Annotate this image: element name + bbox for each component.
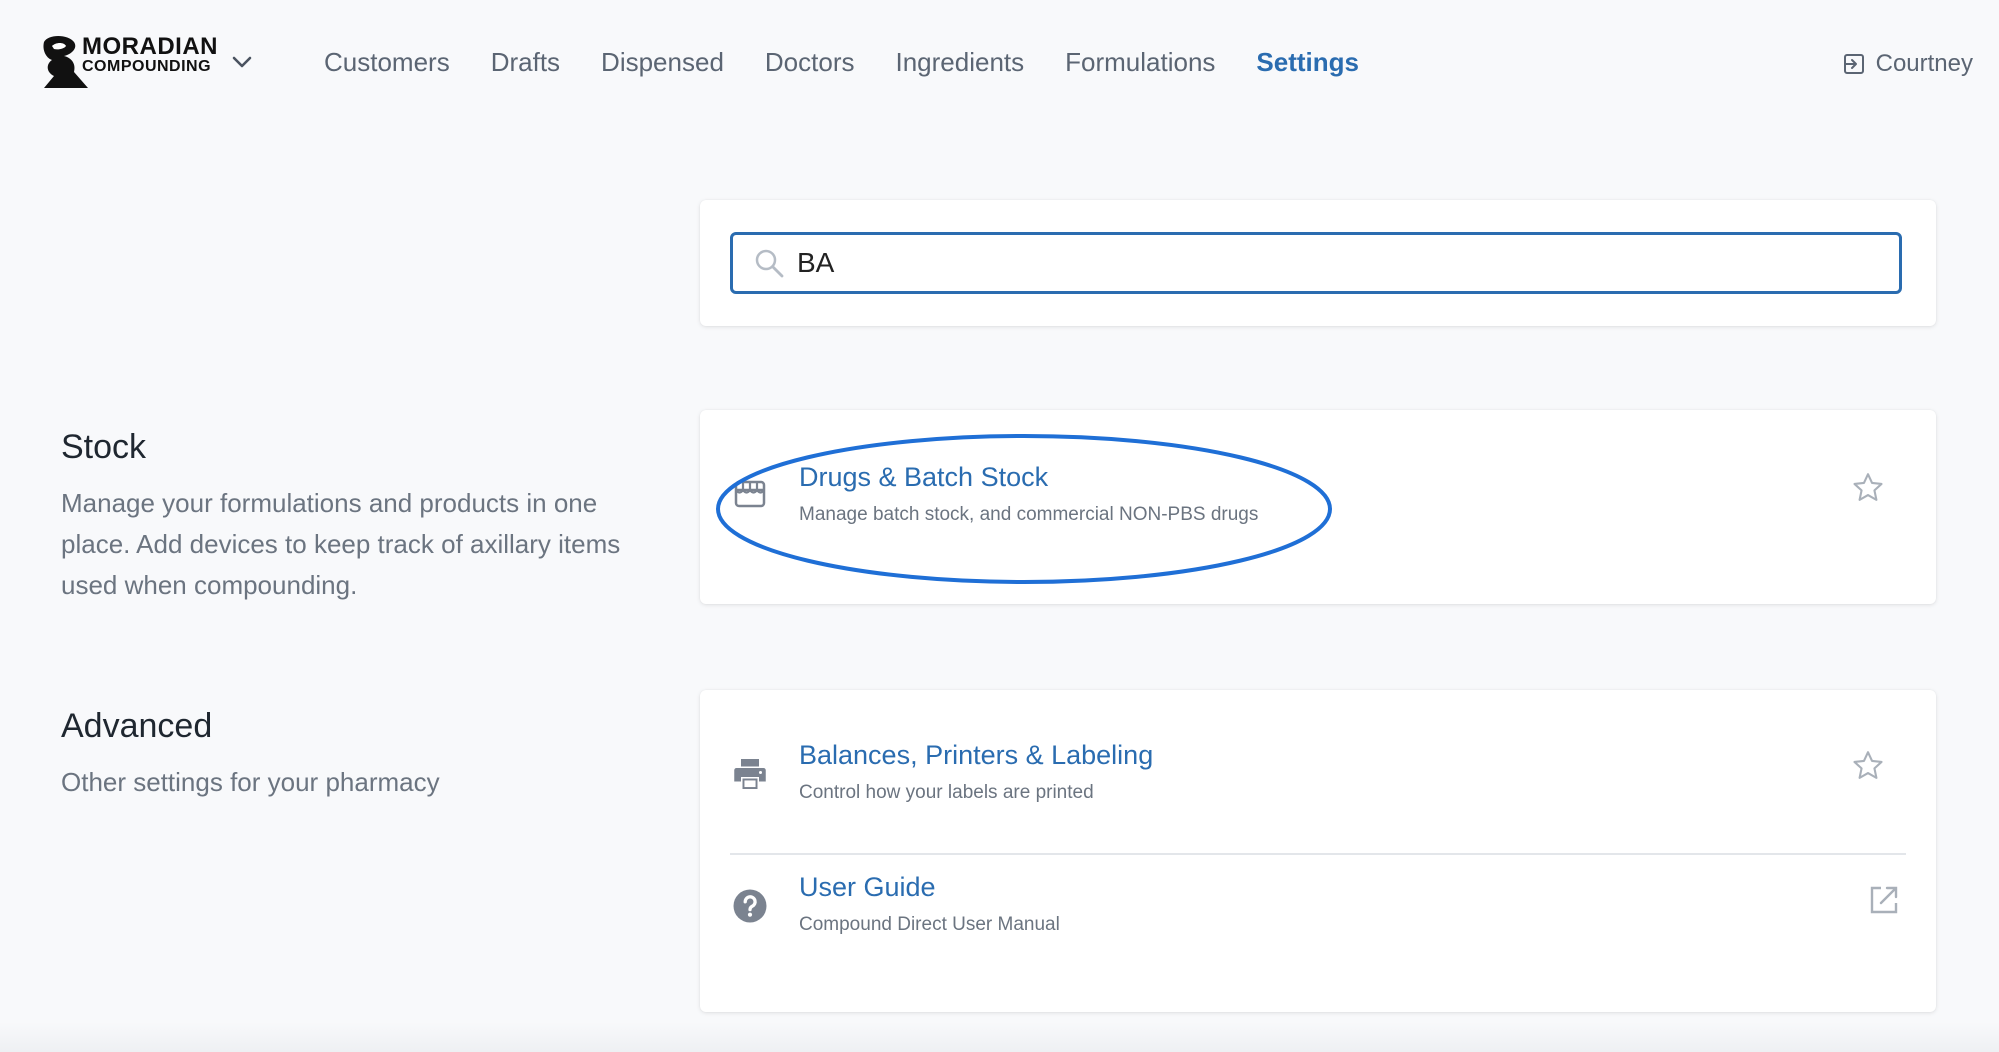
settings-row-balances-printers-labeling[interactable]: Balances, Printers & Labeling Control ho…	[700, 720, 1936, 850]
settings-row-title: Balances, Printers & Labeling	[799, 740, 1154, 770]
nav-formulations[interactable]: Formulations	[1065, 44, 1215, 80]
nav-doctors[interactable]: Doctors	[765, 44, 855, 80]
main-nav: Customers Drafts Dispensed Doctors Ingre…	[324, 44, 1400, 80]
settings-row-title: User Guide	[799, 872, 936, 902]
settings-row-user-guide[interactable]: User Guide Compound Direct User Manual	[700, 852, 1936, 982]
top-navigation-bar: MORADIAN COMPOUNDING Customers Drafts Di…	[0, 0, 1999, 125]
settings-row-drugs-batch-stock[interactable]: Drugs & Batch Stock Manage batch stock, …	[700, 442, 1936, 572]
nav-customers[interactable]: Customers	[324, 44, 450, 80]
printer-icon	[734, 759, 766, 789]
section-desc-stock: Manage your formulations and products in…	[61, 488, 621, 600]
nav-settings[interactable]: Settings	[1256, 44, 1359, 80]
advanced-settings-card: Balances, Printers & Labeling Control ho…	[700, 690, 1936, 1012]
settings-row-title: Drugs & Batch Stock	[799, 462, 1049, 492]
search-icon	[755, 249, 784, 278]
stock-settings-card: Drugs & Batch Stock Manage batch stock, …	[700, 410, 1936, 604]
store-icon	[734, 480, 766, 508]
search-field[interactable]	[730, 232, 1902, 294]
search-input[interactable]	[795, 237, 1879, 289]
section-title-advanced: Advanced	[61, 707, 213, 745]
brand-name: MORADIAN COMPOUNDING	[82, 33, 218, 76]
page-bottom-edge	[0, 1022, 1999, 1052]
external-link-icon[interactable]	[1866, 882, 1902, 918]
nav-drafts[interactable]: Drafts	[491, 44, 560, 80]
section-title-stock: Stock	[61, 428, 147, 466]
settings-row-subtitle: Control how your labels are printed	[799, 782, 1094, 803]
settings-row-subtitle: Compound Direct User Manual	[799, 914, 1060, 935]
logout-icon	[1843, 54, 1864, 74]
brand-logo[interactable]: MORADIAN COMPOUNDING	[38, 32, 218, 92]
brand-name-line1: MORADIAN	[82, 33, 218, 60]
brand-name-line2: COMPOUNDING	[82, 58, 212, 75]
settings-row-subtitle: Manage batch stock, and commercial NON-P…	[799, 504, 1259, 525]
help-icon	[733, 889, 767, 923]
star-icon[interactable]	[1850, 748, 1886, 784]
nav-dispensed[interactable]: Dispensed	[601, 44, 724, 80]
user-menu[interactable]: Courtney	[1842, 50, 1973, 78]
chevron-down-icon[interactable]	[230, 50, 254, 74]
section-desc-advanced: Other settings for your pharmacy	[61, 767, 440, 797]
nav-ingredients[interactable]: Ingredients	[895, 44, 1024, 80]
search-card	[700, 200, 1936, 326]
user-name: Courtney	[1875, 50, 1973, 77]
star-icon[interactable]	[1850, 470, 1886, 506]
